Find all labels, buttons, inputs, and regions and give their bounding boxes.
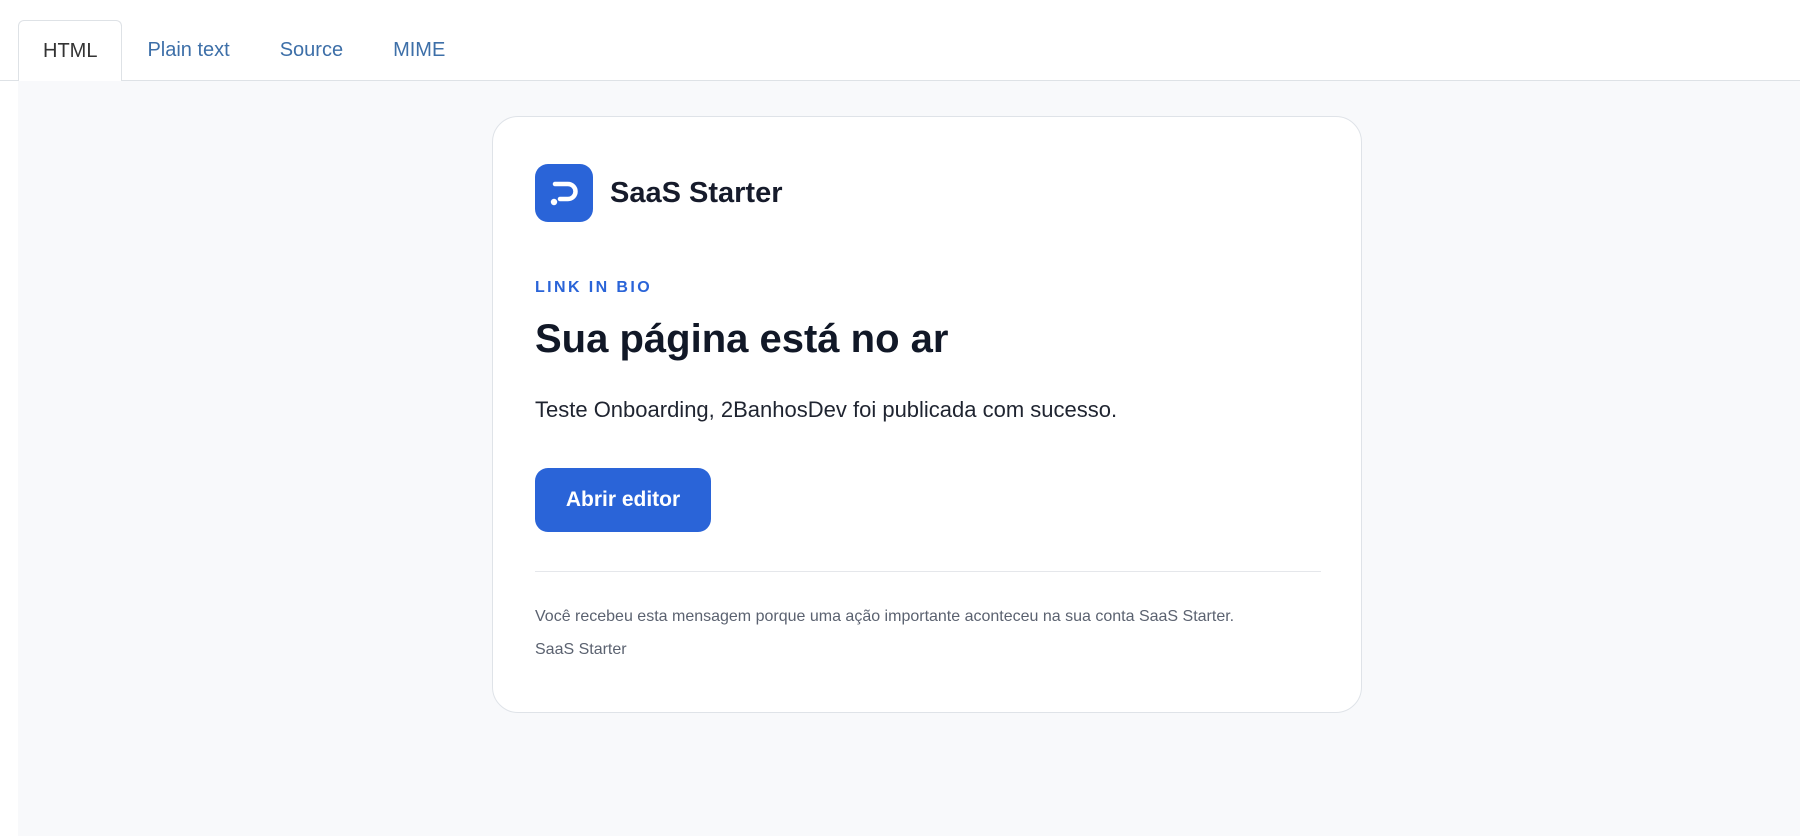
brand-p-logo-icon bbox=[535, 164, 593, 222]
tab-bar: HTML Plain text Source MIME bbox=[0, 0, 1800, 82]
open-editor-button[interactable]: Abrir editor bbox=[535, 468, 711, 532]
footer-notice: Você recebeu esta mensagem porque uma aç… bbox=[535, 608, 1235, 625]
tab-plain-text[interactable]: Plain text bbox=[122, 20, 254, 81]
tab-list: HTML Plain text Source MIME bbox=[18, 20, 470, 82]
email-brand: SaaS Starter bbox=[535, 164, 783, 222]
footer-signature: SaaS Starter bbox=[535, 641, 627, 658]
brand-name: SaaS Starter bbox=[610, 176, 783, 209]
email-preview-pane: SaaS Starter LINK IN BIO Sua página está… bbox=[18, 81, 1800, 836]
tab-mime[interactable]: MIME bbox=[368, 20, 470, 81]
email-body-text: Teste Onboarding, 2BanhosDev foi publica… bbox=[535, 397, 1118, 422]
tab-html[interactable]: HTML bbox=[18, 20, 123, 82]
tab-source[interactable]: Source bbox=[255, 20, 368, 81]
email-headline: Sua página está no ar bbox=[535, 317, 949, 361]
footer-divider bbox=[535, 571, 1321, 572]
email-eyebrow: LINK IN BIO bbox=[535, 279, 653, 296]
email-card: SaaS Starter LINK IN BIO Sua página está… bbox=[492, 116, 1362, 713]
